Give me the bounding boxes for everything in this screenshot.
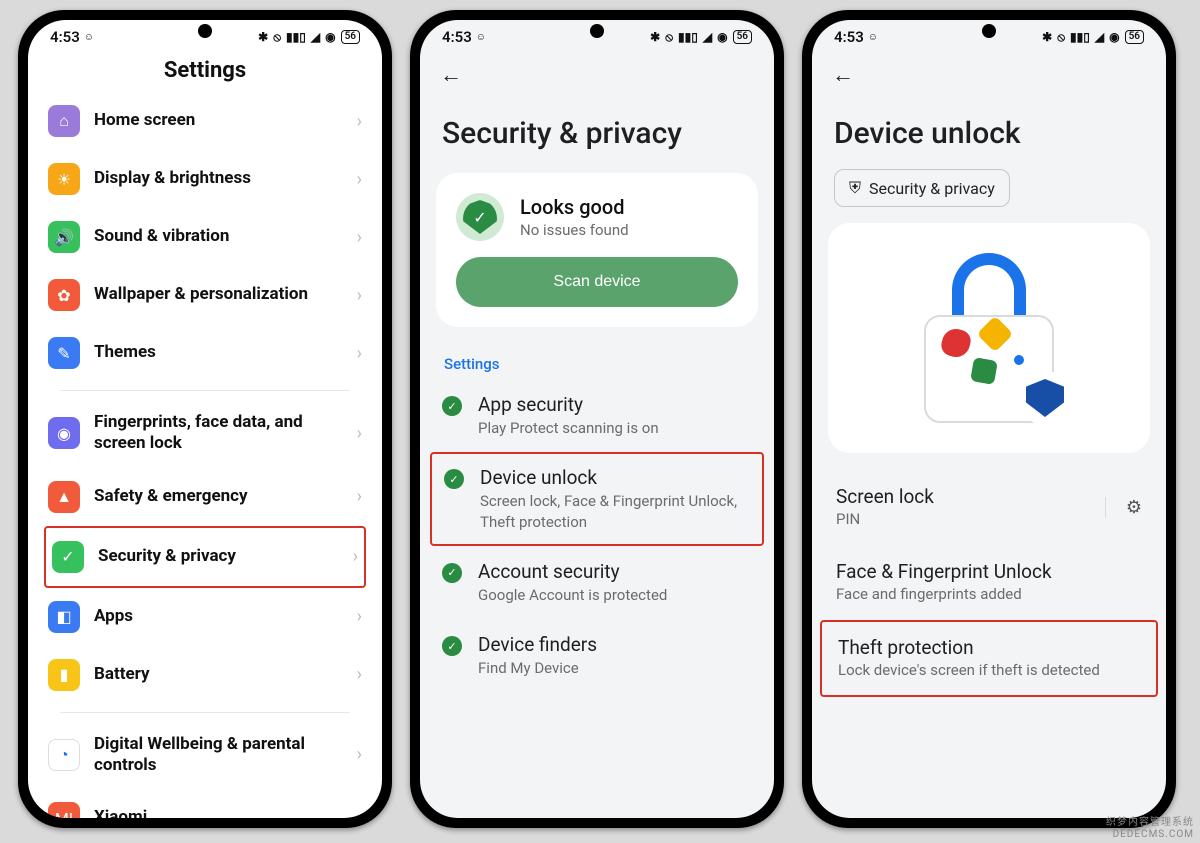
- divider: [60, 712, 350, 713]
- status-time: 4:53: [834, 28, 864, 46]
- settings-item-apps[interactable]: ◧ Apps ›: [44, 588, 366, 646]
- shield-icon: ✓: [52, 541, 84, 573]
- security-status-card: ✓ Looks good No issues found Scan device: [436, 173, 758, 327]
- status-time: 4:53: [50, 28, 80, 46]
- chevron-right-icon: ›: [357, 227, 362, 248]
- signal-icon: ▮▮▯: [678, 30, 698, 44]
- shield-check-icon: ✓: [456, 193, 504, 241]
- settings-item-themes[interactable]: ✎ Themes ›: [44, 324, 366, 382]
- signal2-icon: ◢: [703, 30, 712, 44]
- check-icon: ✓: [442, 396, 462, 416]
- divider: [60, 390, 350, 391]
- watermark: 织梦内容管理系统 DEDECMS.COM: [1106, 817, 1194, 841]
- chevron-right-icon: ›: [357, 423, 362, 444]
- bluetooth-icon: ✱: [258, 30, 268, 44]
- camera-notch-icon: [982, 24, 996, 38]
- settings-item-battery[interactable]: ▮ Battery ›: [44, 646, 366, 704]
- settings-item-fingerprints[interactable]: ◉ Fingerprints, face data, and screen lo…: [44, 399, 366, 468]
- status-title: Looks good: [520, 195, 629, 219]
- settings-item-security[interactable]: ✓ Security & privacy ›: [44, 526, 366, 588]
- chevron-right-icon: ›: [353, 546, 358, 567]
- dnd-icon: ⦸: [273, 30, 281, 45]
- item-theft-protection[interactable]: Theft protection Lock device's screen if…: [820, 620, 1158, 697]
- check-icon: ✓: [442, 636, 462, 656]
- settings-item-wallpaper[interactable]: ✿ Wallpaper & personaliza­tion ›: [44, 266, 366, 324]
- chevron-right-icon: ›: [357, 169, 362, 190]
- status-face-icon: ☺: [84, 32, 94, 43]
- back-button[interactable]: ←: [436, 58, 466, 92]
- item-device-finders[interactable]: ✓ Device findersFind My Device: [420, 619, 774, 692]
- item-screen-lock[interactable]: Screen lock PIN ⚙: [812, 471, 1166, 544]
- chevron-right-icon: ›: [357, 744, 362, 765]
- status-time: 4:53: [442, 28, 472, 46]
- camera-notch-icon: [590, 24, 604, 38]
- signal2-icon: ◢: [1095, 30, 1104, 44]
- breadcrumb-chip[interactable]: ⛨ Security & privacy: [834, 169, 1010, 207]
- signal-icon: ▮▮▯: [286, 30, 306, 44]
- check-icon: ✓: [442, 563, 462, 583]
- safety-icon: ▲: [48, 481, 80, 513]
- status-face-icon: ☺: [868, 32, 878, 43]
- phone-1: 4:53 ☺ ✱ ⦸ ▮▮▯ ◢ ◉ 56 Settings ⌂ Home scr…: [18, 10, 392, 828]
- wifi-icon: ◉: [325, 30, 335, 44]
- dnd-icon: ⦸: [665, 30, 673, 45]
- chevron-right-icon: ›: [357, 486, 362, 507]
- settings-item-wellbeing[interactable]: ◔ Digital Wellbeing & parental controls …: [44, 721, 366, 790]
- status-face-icon: ☺: [476, 32, 486, 43]
- battery-indicator: 56: [733, 30, 752, 44]
- chevron-right-icon: ›: [357, 285, 362, 306]
- bluetooth-icon: ✱: [1042, 30, 1052, 44]
- item-device-unlock[interactable]: ✓ Device unlockScreen lock, Face & Finge…: [430, 452, 764, 546]
- chevron-right-icon: ›: [357, 606, 362, 627]
- page-title: Security & privacy: [420, 94, 774, 169]
- settings-list: ⌂ Home screen › ☀ Display & brightness ›…: [28, 97, 382, 818]
- status-sub: No issues found: [520, 221, 629, 239]
- battery-indicator: 56: [341, 30, 360, 44]
- page-title: Device unlock: [812, 94, 1166, 169]
- settings-item-sound[interactable]: 🔊 Sound & vibration ›: [44, 208, 366, 266]
- chevron-right-icon: ›: [357, 343, 362, 364]
- phone-3: 4:53 ☺ ✱ ⦸ ▮▮▯ ◢ ◉ 56 ← Device unlock ⛨ Securi…: [802, 10, 1176, 828]
- check-icon: ✓: [444, 469, 464, 489]
- fingerprint-icon: ◉: [48, 417, 80, 449]
- apps-icon: ◧: [48, 601, 80, 633]
- wellbeing-icon: ◔: [48, 739, 80, 771]
- bluetooth-icon: ✱: [650, 30, 660, 44]
- camera-notch-icon: [198, 24, 212, 38]
- wifi-icon: ◉: [1109, 30, 1119, 44]
- settings-item-display[interactable]: ☀ Display & brightness ›: [44, 150, 366, 208]
- wifi-icon: ◉: [717, 30, 727, 44]
- settings-item-home-screen[interactable]: ⌂ Home screen ›: [44, 97, 366, 150]
- section-label: Settings: [420, 343, 774, 379]
- signal-icon: ▮▮▯: [1070, 30, 1090, 44]
- page-title: Settings: [28, 48, 382, 97]
- xiaomi-icon: MI: [48, 802, 80, 818]
- chevron-right-icon: ›: [357, 664, 362, 685]
- settings-item-xiaomi[interactable]: MI Xiaomi: [44, 789, 366, 818]
- shield-outline-icon: ⛨: [849, 178, 861, 198]
- shield-icon: [1018, 371, 1072, 425]
- phone-2: 4:53 ☺ ✱ ⦸ ▮▮▯ ◢ ◉ 56 ← Security & privacy ✓ L…: [410, 10, 784, 828]
- wallpaper-icon: ✿: [48, 279, 80, 311]
- scan-device-button[interactable]: Scan device: [456, 257, 738, 307]
- sound-icon: 🔊: [48, 221, 80, 253]
- lock-illustration: [828, 223, 1150, 453]
- item-face-fingerprint[interactable]: Face & Fingerprint Unlock Face and finge…: [812, 544, 1166, 621]
- home-icon: ⌂: [48, 105, 80, 137]
- item-app-security[interactable]: ✓ App securityPlay Protect scanning is o…: [420, 379, 774, 452]
- signal2-icon: ◢: [311, 30, 320, 44]
- brightness-icon: ☀: [48, 163, 80, 195]
- dnd-icon: ⦸: [1057, 30, 1065, 45]
- item-account-security[interactable]: ✓ Account securityGoogle Account is prot…: [420, 546, 774, 619]
- battery-indicator: 56: [1125, 30, 1144, 44]
- battery-icon: ▮: [48, 659, 80, 691]
- themes-icon: ✎: [48, 337, 80, 369]
- settings-item-safety[interactable]: ▲ Safety & emergency ›: [44, 468, 366, 526]
- chevron-right-icon: ›: [357, 111, 362, 132]
- gear-icon[interactable]: ⚙: [1105, 497, 1142, 518]
- back-button[interactable]: ←: [828, 58, 858, 92]
